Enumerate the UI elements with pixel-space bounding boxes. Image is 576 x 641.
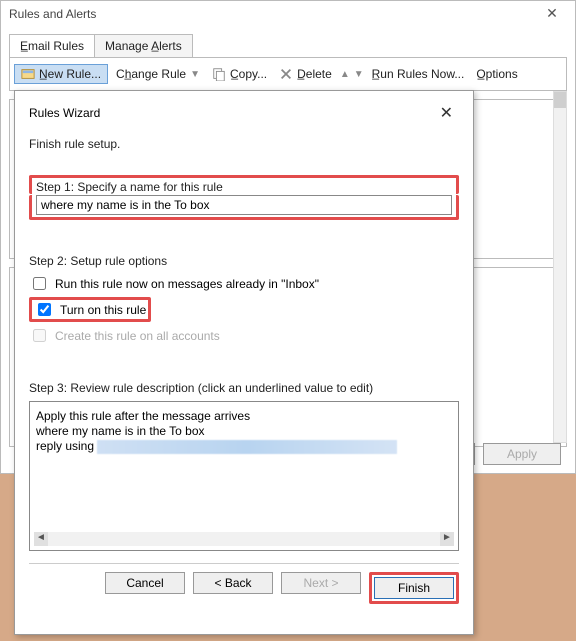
finish-setup-label: Finish rule setup. [29,137,459,151]
step2-label: Step 2: Setup rule options [29,254,459,268]
change-rule-button[interactable]: Ch̲ange Rule ▼ [112,65,204,83]
wizard-cancel-button[interactable]: Cancel [105,572,185,594]
rule-icon [21,67,35,81]
tab-manage-alerts[interactable]: Manage A̲lerts [94,34,193,57]
desc-line-2: where my name is in the To box [36,424,452,438]
rule-name-input[interactable] [36,195,452,215]
scroll-right-icon[interactable]: ► [440,532,454,546]
scroll-left-icon[interactable]: ◄ [34,532,48,546]
delete-icon [279,67,293,81]
all-accounts-checkbox: Create this rule on all accounts [29,326,459,345]
step1-label: Step 1: Specify a name for this rule [36,180,452,194]
rule-description-editor[interactable]: Apply this rule after the message arrive… [29,401,459,551]
wizard-next-button: Next > [281,572,361,594]
new-rule-button[interactable]: N̲ew Rule... [14,64,108,84]
tab-email-rules[interactable]: E̲mail Rules [9,34,95,57]
horizontal-scrollbar[interactable]: ◄ ► [34,532,454,546]
window-title: Rules and Alerts [9,7,96,21]
turn-on-rule-checkbox[interactable]: Turn on this rule [34,300,146,319]
run-now-checkbox[interactable]: Run this rule now on messages already in… [29,274,459,293]
move-up-icon[interactable]: ▲ [340,69,350,80]
desc-line-3: reply using [36,439,452,454]
chevron-down-icon: ▼ [190,69,200,80]
rules-wizard-dialog: Rules Wizard ✕ Finish rule setup. Step 1… [14,90,474,635]
redacted-template-link[interactable] [97,440,397,454]
wizard-title: Rules Wizard [29,106,100,120]
desc-line-1: Apply this rule after the message arrive… [36,409,452,423]
apply-button: Apply [483,443,561,465]
options-button[interactable]: O̲ptions [472,65,521,83]
wizard-finish-button[interactable]: Finish [374,577,454,599]
wizard-close-icon[interactable]: ✕ [434,101,459,125]
copy-button[interactable]: C̲opy... [208,65,271,83]
move-down-icon[interactable]: ▼ [354,69,364,80]
copy-icon [212,67,226,81]
delete-button[interactable]: D̲elete [275,65,336,83]
wizard-back-button[interactable]: < Back [193,572,273,594]
step3-label: Step 3: Review rule description (click a… [29,381,459,395]
window-close-icon[interactable]: ✕ [537,5,567,22]
vertical-scrollbar[interactable] [553,91,567,443]
run-rules-button[interactable]: R̲un Rules Now... [368,65,469,83]
rules-toolbar: N̲ew Rule... Ch̲ange Rule ▼ C̲opy... D̲e… [9,57,567,91]
